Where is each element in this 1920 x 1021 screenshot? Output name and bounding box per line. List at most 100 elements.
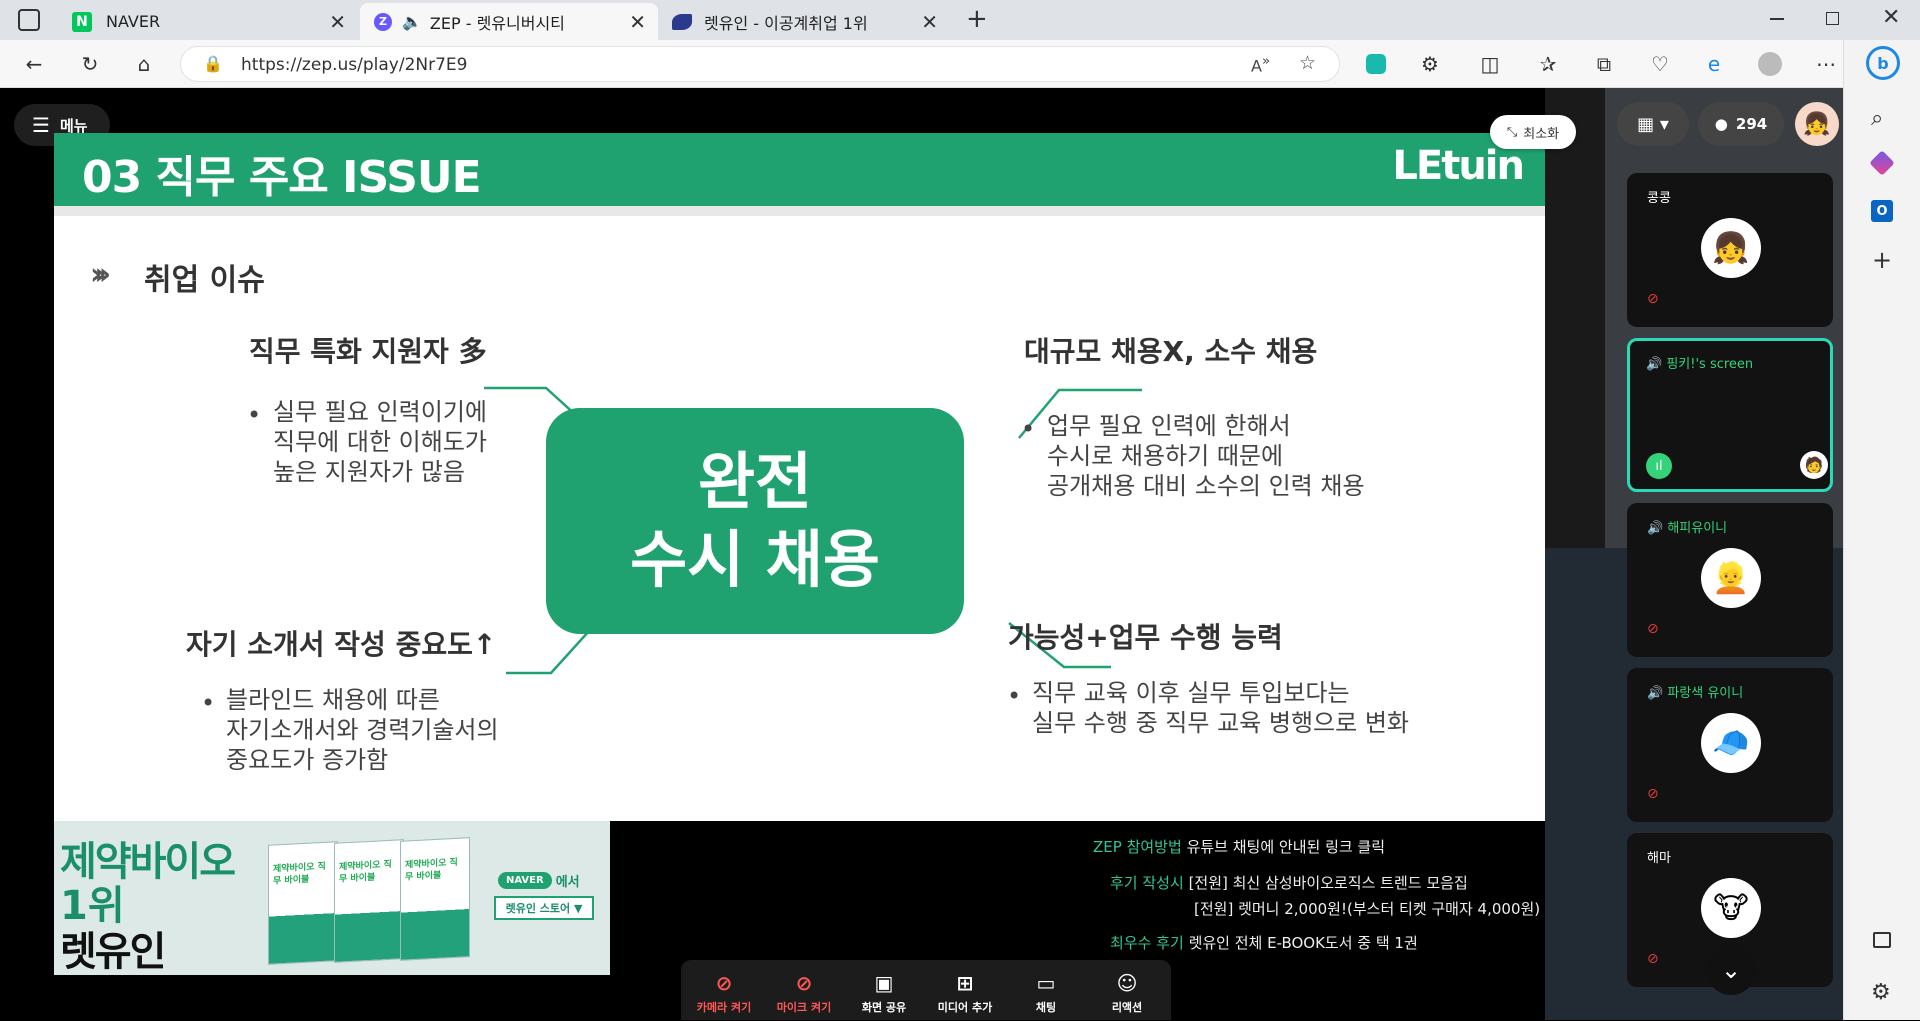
mic-muted-icon: ⊘: [1647, 786, 1659, 802]
reaction-icon: ☺: [1116, 971, 1138, 995]
my-avatar[interactable]: 👧: [1795, 102, 1839, 146]
hamburger-icon: ☰: [32, 113, 50, 137]
scroll-down-button[interactable]: ⌄: [1706, 945, 1756, 995]
speaker-on-icon: 🔊: [1647, 521, 1664, 536]
favorite-icon[interactable]: ☆: [1299, 52, 1316, 74]
participant-name: 🔊 해피유이니: [1647, 517, 1727, 536]
browser-tab-bar: N NAVER ✕ Z 🔈 ZEP - 렛유니버시티 ✕ 렛유인 - 이공계취업…: [0, 0, 1920, 40]
info-panel: ZEP 참여방법 유튜브 채팅에 안내된 링크 클릭 후기 작성시 [전원] 최…: [1040, 832, 1550, 962]
layout-toggle-button[interactable]: ▦ ▾: [1617, 102, 1689, 146]
participant-name: 콩콩: [1647, 191, 1671, 206]
info-label: 후기 작성시: [1110, 874, 1184, 892]
participant-card[interactable]: 🔊 해피유이니 👱 ⊘: [1627, 503, 1833, 657]
participant-card-screen[interactable]: 🔊 핑키!'s screen ıl 🧑: [1627, 338, 1833, 492]
close-tab-icon[interactable]: ✕: [629, 10, 646, 34]
add-sidebar-app-icon[interactable]: +: [1872, 246, 1892, 274]
q3-line: 자기소개서와 경력기술서의: [226, 716, 499, 744]
q3-line: 블라인드 채용에 따른: [226, 686, 440, 714]
info-label: ZEP 참여방법: [1093, 838, 1182, 856]
center-box: 완전 수시 채용: [546, 408, 964, 634]
tab-letuin[interactable]: 렛유인 - 이공계취업 1위 ✕: [660, 3, 950, 40]
info-row-2: 후기 작성시 [전원] 최신 삼성바이오로직스 트렌드 모음집: [1110, 872, 1468, 893]
q1-body: 실무 필요 인력이기에 직무에 대한 이해도가 높은 지원자가 많음: [273, 397, 487, 487]
shrink-icon: ⤡: [1506, 124, 1518, 140]
speaker-on-icon: 🔊: [1646, 357, 1663, 372]
participant-card[interactable]: 콩콩 👧 ⊘: [1627, 173, 1833, 327]
store-button[interactable]: 렛유인 스토어 ▼: [494, 896, 594, 920]
q4-bullet: •: [1007, 682, 1022, 710]
speaker-icon[interactable]: 🔈: [402, 12, 422, 31]
mic-toggle-button[interactable]: ⊘ 마이크 켜기: [767, 966, 841, 1020]
reaction-button[interactable]: ☺ 리액션: [1090, 966, 1164, 1020]
control-label: 화면 공유: [861, 1001, 907, 1014]
participant-card[interactable]: 🔊 파랑색 유이니 🧢 ⊘: [1627, 668, 1833, 822]
sidebar-layout-icon[interactable]: [1873, 932, 1891, 948]
mic-off-icon: ⊘: [795, 971, 813, 995]
close-window-icon[interactable]: ✕: [1882, 5, 1900, 30]
center-line-1: 완전: [697, 445, 813, 518]
collections-icon[interactable]: ⧉: [1590, 50, 1618, 78]
info-text: [전원] 최신 삼성바이오로직스 트렌드 모음집: [1188, 874, 1468, 892]
close-tab-icon[interactable]: ✕: [921, 10, 938, 34]
speaker-on-icon: 🔊: [1647, 686, 1664, 701]
camera-off-icon: ⊘: [715, 971, 733, 995]
user-count-button[interactable]: ● 294: [1698, 102, 1784, 146]
new-tab-icon[interactable]: +: [966, 4, 988, 34]
minimize-window-icon[interactable]: [1770, 18, 1784, 20]
info-row-4: 최우수 후기 렛유인 전체 E-BOOK도서 중 택 1권: [1110, 932, 1418, 953]
book-title: 제약바이오 직무 바이블: [339, 859, 392, 885]
naver-badge: NAVER 에서: [498, 871, 580, 890]
read-aloud-icon[interactable]: A»: [1251, 54, 1270, 75]
q3-bullet: •: [201, 689, 216, 717]
close-tab-icon[interactable]: ✕: [329, 10, 346, 34]
book-3: 제약바이오 직무 바이블: [400, 837, 470, 961]
mic-muted-icon: ⊘: [1647, 621, 1659, 637]
office-icon[interactable]: [1869, 150, 1895, 176]
camera-toggle-button[interactable]: ⊘ 카메라 켜기: [687, 966, 761, 1020]
address-bar[interactable]: 🔒 https://zep.us/play/2Nr7E9 A» ☆: [180, 46, 1340, 82]
mic-muted-icon: ⊘: [1647, 951, 1659, 967]
bing-copilot-icon[interactable]: b: [1866, 46, 1900, 80]
search-icon[interactable]: ⌕: [1871, 106, 1883, 131]
control-label: 리액션: [1111, 1001, 1143, 1014]
extension-zep-icon[interactable]: [1362, 50, 1390, 78]
browser-essentials-icon[interactable]: ♡: [1646, 50, 1674, 78]
center-line-2: 수시 채용: [630, 523, 880, 596]
split-screen-icon[interactable]: ◫: [1476, 50, 1504, 78]
restore-window-icon[interactable]: [1826, 12, 1839, 25]
zep-icon: Z: [374, 12, 392, 31]
tab-actions-icon[interactable]: [18, 9, 40, 31]
q2-title: 대규모 채용X, 소수 채용: [1024, 335, 1318, 368]
chat-button[interactable]: ▭ 채팅: [1009, 966, 1083, 1020]
avatar: 👧: [1701, 218, 1761, 278]
tab-zep[interactable]: Z 🔈 ZEP - 렛유니버시티 ✕: [360, 3, 658, 40]
back-icon[interactable]: ←: [20, 50, 48, 78]
more-options-icon[interactable]: ⋯: [1812, 50, 1840, 78]
q1-line: 직무에 대한 이해도가: [273, 428, 487, 456]
url-text: https://zep.us/play/2Nr7E9: [241, 55, 468, 75]
info-row-1: ZEP 참여방법 유튜브 채팅에 안내된 링크 클릭: [1093, 836, 1385, 857]
edge-sidebar: b ⌕ O + ⚙: [1843, 40, 1920, 1020]
presentation-slide: 03 직무 주요 ISSUE LEtuin ››› 취업 이슈 완전 수시 채용…: [54, 133, 1545, 821]
profile-icon[interactable]: [1756, 50, 1784, 78]
extensions-icon[interactable]: ⚙: [1416, 50, 1444, 78]
refresh-icon[interactable]: ↻: [76, 50, 104, 78]
q2-line: 수시로 채용하기 때문에: [1047, 442, 1284, 470]
minimize-screen-button[interactable]: ⤡ 최소화: [1490, 115, 1576, 149]
settings-icon[interactable]: ⚙: [1871, 980, 1891, 1005]
outlook-icon[interactable]: O: [1871, 200, 1893, 222]
info-row-3: [전원] 렛머니 2,000원!(부스터 티켓 구매자 4,000원): [1194, 898, 1540, 919]
favorites-bar-icon[interactable]: ✰: [1534, 50, 1562, 78]
q1-title: 직무 특화 지원자 多: [249, 335, 487, 368]
mic-muted-icon: ⊘: [1647, 291, 1659, 307]
edge-icon[interactable]: e: [1700, 50, 1728, 78]
minimize-label: 최소화: [1523, 126, 1560, 142]
add-media-button[interactable]: ⊞ 미디어 추가: [928, 966, 1002, 1020]
naver-badge-label: NAVER: [498, 872, 552, 889]
q4-title: 가능성+업무 수행 능력: [1008, 621, 1283, 654]
control-label: 미디어 추가: [937, 1001, 993, 1014]
tab-naver[interactable]: N NAVER ✕: [58, 3, 358, 40]
q1-bullet: •: [247, 401, 262, 429]
home-icon[interactable]: ⌂: [130, 50, 158, 78]
screen-share-button[interactable]: ▣ 화면 공유: [847, 966, 921, 1020]
